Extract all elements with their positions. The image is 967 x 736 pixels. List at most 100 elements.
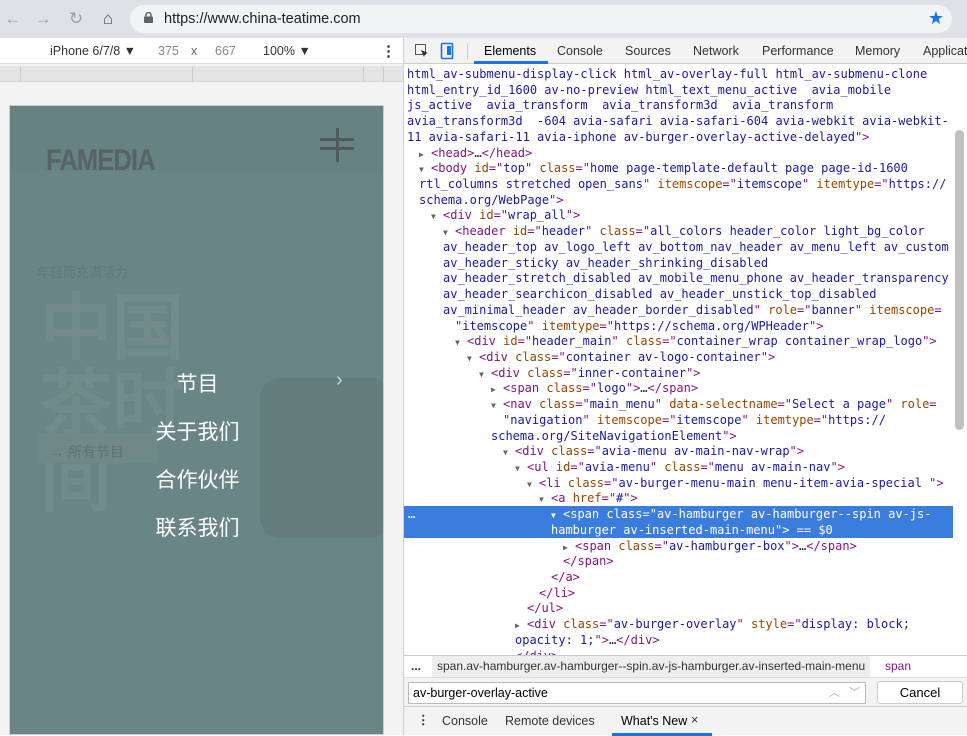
code-token: schema.org/SiteNavigationElement [491, 428, 723, 443]
code-token: data-selectname [669, 397, 778, 412]
dom-node-line[interactable]: avia_transform3d -604 avia-safari avia-s… [404, 113, 953, 129]
tab-applicat[interactable]: Applicat [923, 44, 967, 58]
search-input[interactable]: av-burger-overlay-active [408, 682, 866, 704]
dom-node-line[interactable]: html_entry_id_1600 av-no-preview html_te… [404, 82, 953, 98]
dom-node-line[interactable]: av_minimal_header av_header_border_disab… [404, 302, 953, 318]
device-select[interactable]: iPhone 6/7/8 ▼ [50, 44, 136, 58]
more-options-icon[interactable]: ⋮ [381, 42, 396, 60]
address-bar[interactable]: https://www.china-teatime.com ★ [130, 5, 952, 33]
tab-memory[interactable]: Memory [855, 44, 900, 58]
drawer-tab-whats-new[interactable]: What's New [621, 714, 687, 728]
reload-icon[interactable]: ↻ [66, 9, 86, 29]
code-token: =" [570, 460, 585, 474]
dom-node-line[interactable]: schema.org/WebPage"> [404, 192, 953, 208]
code-token: class [606, 507, 643, 522]
dom-node-line[interactable]: html_av-submenu-display-click html_av-ov… [404, 66, 953, 82]
dom-node-line[interactable]: </li> [404, 585, 953, 601]
dom-node-line[interactable]: ▼ <div class="avia-menu av-main-nav-wrap"… [404, 443, 953, 459]
elements-dom-tree[interactable]: html_av-submenu-display-click html_av-ov… [404, 65, 953, 655]
dom-node-line[interactable]: av_header_sticky av_header_shrinking_dis… [404, 255, 953, 271]
back-icon[interactable]: ← [3, 9, 23, 29]
scrollbar[interactable] [955, 130, 964, 430]
code-token: av_header_top av_logo_left av_bottom_nav… [443, 239, 949, 254]
dom-node-line[interactable]: </div> [404, 648, 953, 655]
media-query-ruler[interactable] [0, 66, 403, 82]
menu-item-about[interactable]: 关于我们 [10, 416, 383, 446]
tab-network[interactable]: Network [693, 44, 739, 58]
width-input[interactable]: 375 [158, 44, 179, 58]
code-token: class [546, 381, 583, 396]
menu-item-partners[interactable]: 合作伙伴 [10, 464, 383, 494]
dom-node-line[interactable]: ▶ <span class="logo">…</span> [404, 380, 953, 396]
zoom-select[interactable]: 100% ▼ [263, 44, 311, 58]
code-token: avia-menu [584, 460, 650, 474]
dom-node-line[interactable]: av_header_searchicon_disabled av_header_… [404, 286, 953, 302]
selected-dom-node[interactable]: hamburger av-inserted-main-menu"> == $0 [404, 521, 953, 538]
drawer-tab-console[interactable]: Console [442, 714, 488, 728]
selected-dom-node[interactable]: … ▼ <span class="av-hamburger av-hamburger… [404, 506, 953, 523]
site-logo[interactable]: FAMEDIA [46, 144, 156, 178]
code-token: <span [575, 538, 619, 553]
dom-node-line[interactable]: ▼ <ul id="avia-menu" class="menu av-main-… [404, 459, 953, 475]
dom-node-line[interactable]: ▼ <header id="header" class="all_colors h… [404, 223, 953, 239]
drawer-tab-remote-devices[interactable]: Remote devices [505, 714, 595, 728]
close-tab-icon[interactable]: × [691, 713, 698, 727]
code-token: rtl_columns stretched open_sans [419, 177, 643, 192]
code-token: container_wrap container_wrap_logo [676, 334, 923, 349]
dom-node-line[interactable]: schema.org/SiteNavigationElement"> [404, 428, 953, 444]
forward-icon[interactable]: → [33, 9, 53, 29]
code-token: =" [797, 302, 812, 317]
dom-node-line[interactable]: ▶ <span class="av-hamburger-box">…</span> [404, 538, 953, 554]
code-token: "> [854, 129, 870, 144]
dom-node-line[interactable]: ▼ <a href="#"> [404, 490, 953, 506]
tab-sources[interactable]: Sources [625, 44, 671, 58]
dom-node-line[interactable]: ▼ <div id="header_main" class="container_… [404, 333, 953, 349]
node-options-icon[interactable]: … [408, 506, 415, 522]
dom-node-line[interactable]: ▼ <li class="av-burger-menu-main menu-ite… [404, 475, 953, 491]
dom-node-line[interactable]: </ul> [404, 600, 953, 616]
dom-node-line[interactable]: ▼ <nav class="main_menu" data-selectname=… [404, 396, 953, 412]
dom-node-line[interactable]: ▼ <div class="inner-container"> [404, 365, 953, 381]
code-token: logo [596, 381, 626, 396]
code-token: class [551, 444, 588, 459]
dom-node-line[interactable]: </a> [404, 569, 953, 585]
breadcrumb-item[interactable]: span [885, 659, 911, 673]
dom-node-line[interactable]: ▼ <div class="container av-logo-container… [404, 349, 953, 365]
dom-node-line[interactable]: js_active avia_transform avia_transform3… [404, 97, 953, 113]
code-token: = [929, 397, 937, 412]
dom-node-line[interactable]: </span> [404, 553, 953, 569]
code-token: main_menu [589, 397, 655, 412]
dom-node-line[interactable]: av_header_top av_logo_left av_bottom_nav… [404, 239, 953, 255]
height-input[interactable]: 667 [215, 44, 236, 58]
menu-item-programs[interactable]: 节目 [10, 368, 383, 398]
dom-node-line[interactable]: opacity: 1;">…</div> [404, 632, 953, 648]
dom-node-line[interactable]: "itemscope" itemtype="https://schema.org… [404, 318, 953, 334]
bookmark-star-icon[interactable]: ★ [928, 8, 944, 29]
breadcrumb-item[interactable]: span.av-hamburger.av-hamburger--spin.av-… [432, 656, 871, 677]
dom-node-line[interactable]: ▶ <div class="av-burger-overlay" style="d… [404, 616, 953, 632]
inspect-element-icon[interactable] [414, 43, 430, 59]
search-next-icon[interactable]: ﹀ [849, 684, 860, 700]
dom-node-line[interactable]: rtl_columns stretched open_sans" itemsco… [404, 176, 953, 192]
dom-node-line[interactable]: ▼ <body id="top" class="home page-templat… [404, 160, 953, 176]
menu-item-contact[interactable]: 联系我们 [10, 512, 383, 542]
code-token: menu av-main-nav [714, 460, 831, 474]
code-token: av-hamburger-box [668, 538, 785, 553]
search-previous-icon[interactable]: ︿ [829, 684, 840, 700]
home-icon[interactable]: ⌂ [98, 9, 118, 29]
dom-node-line[interactable]: ▼ <div id="wrap_all"> [404, 207, 953, 223]
drawer-menu-icon[interactable]: ⋮ [417, 712, 430, 727]
device-toggle-icon[interactable] [440, 42, 454, 60]
search-bar: av-burger-overlay-active ︿ ﹀ Cancel [404, 677, 967, 706]
tab-elements[interactable]: Elements [484, 44, 536, 58]
tab-performance[interactable]: Performance [762, 44, 834, 58]
dom-node-line[interactable]: av_header_stretch_disabled av_mobile_men… [404, 270, 953, 286]
dom-node-line[interactable]: "navigation" itemscope="itemscope" itemt… [404, 412, 953, 428]
cancel-button[interactable]: Cancel [877, 681, 963, 704]
dom-node-line[interactable]: ▶ <head>…</head> [404, 145, 953, 161]
breadcrumb-more[interactable]: ... [411, 659, 421, 673]
tab-console[interactable]: Console [557, 44, 603, 58]
chevron-right-icon[interactable]: › [336, 369, 343, 392]
hamburger-close-icon[interactable] [320, 128, 356, 164]
dom-node-line[interactable]: 11 avia-safari-11 avia-iphone av-burger-… [404, 129, 953, 145]
